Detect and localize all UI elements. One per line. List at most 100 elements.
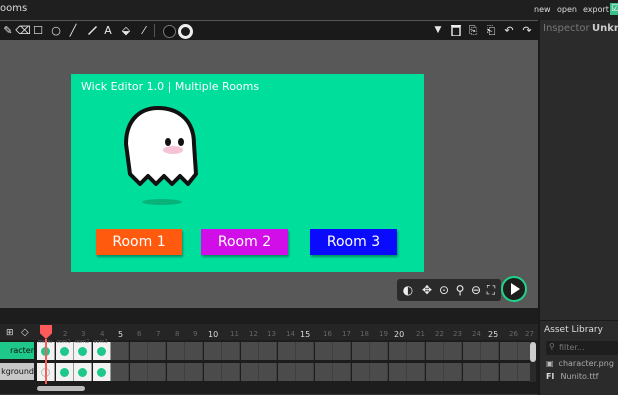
empty-frame-cell[interactable] — [166, 363, 185, 381]
keyframe-cell[interactable]: oom1 — [55, 339, 74, 360]
keyframe-cell[interactable] — [92, 363, 111, 381]
empty-frame-cell[interactable] — [296, 342, 314, 360]
layer-character[interactable]: racter — [0, 342, 34, 359]
empty-frame-cell[interactable] — [148, 363, 166, 381]
empty-frame-cell[interactable] — [333, 363, 351, 381]
empty-frame-cell[interactable] — [148, 342, 166, 360]
empty-frame-cell[interactable] — [462, 342, 481, 360]
empty-frame-cell[interactable] — [407, 363, 425, 381]
layer-frames-row[interactable] — [37, 363, 536, 382]
asset-item[interactable]: Fl Nunito.ttf — [546, 372, 598, 381]
empty-frame-cell[interactable] — [277, 342, 296, 360]
empty-frame-cell[interactable] — [185, 342, 203, 360]
menu-open[interactable]: open — [557, 5, 577, 14]
empty-frame-cell[interactable] — [499, 363, 518, 381]
empty-frame-cell[interactable] — [388, 363, 407, 381]
eyedropper-icon[interactable]: ⁄ — [136, 21, 152, 40]
dark-mode-toggle-icon[interactable]: ☑ — [610, 3, 618, 15]
room-3-button[interactable]: Room 3 — [310, 229, 397, 255]
keyframe-icon[interactable]: ◇ — [21, 327, 29, 338]
ghost-character[interactable] — [118, 104, 208, 208]
keyframe-cell[interactable] — [55, 363, 74, 381]
frame-number: 22 — [435, 330, 444, 338]
empty-frame-cell[interactable] — [462, 363, 481, 381]
empty-frame-cell[interactable] — [203, 342, 222, 360]
ellipse-icon[interactable]: ○ — [48, 21, 64, 40]
copy-icon[interactable]: ⎘ — [465, 21, 481, 40]
empty-frame-cell[interactable] — [481, 342, 499, 360]
timeline-horizontal-scrollbar[interactable] — [37, 386, 85, 391]
empty-frame-cell[interactable] — [222, 363, 240, 381]
zoom-out-icon[interactable]: ⊖ — [468, 279, 484, 301]
empty-frame-cell[interactable] — [351, 363, 370, 381]
empty-frame-cell[interactable] — [111, 363, 129, 381]
layer-background[interactable]: kground — [0, 363, 34, 380]
empty-frame-cell[interactable] — [314, 363, 333, 381]
pan-icon[interactable]: ✥ — [419, 279, 435, 301]
empty-frame-cell[interactable] — [370, 342, 388, 360]
zoom-in-icon[interactable]: ⚲ — [452, 279, 468, 301]
paste-icon[interactable]: ⎗ — [483, 21, 499, 40]
empty-frame-cell[interactable] — [351, 342, 370, 360]
layer-frames-row[interactable]: menuoom1oom2oom3 — [37, 339, 536, 361]
empty-frame-cell[interactable] — [444, 363, 462, 381]
empty-frame-cell[interactable] — [277, 363, 296, 381]
fill-color-swatch[interactable] — [163, 25, 176, 38]
empty-frame-cell[interactable] — [370, 363, 388, 381]
empty-frame-cell[interactable] — [425, 342, 444, 360]
frame-number: 2 — [63, 330, 68, 338]
timeline-vertical-scrollbar[interactable] — [530, 342, 536, 382]
keyframe-cell[interactable]: oom2 — [74, 339, 92, 360]
fullscreen-icon[interactable]: ⛶ — [483, 279, 499, 301]
line-icon[interactable]: ╱ — [65, 21, 81, 40]
empty-frame-cell[interactable] — [166, 342, 185, 360]
asset-library-title: Asset Library — [544, 325, 603, 335]
rectangle-icon[interactable]: ☐ — [30, 21, 46, 40]
frame-number: 18 — [360, 330, 369, 338]
empty-frame-cell[interactable] — [111, 342, 129, 360]
empty-frame-cell[interactable] — [222, 342, 240, 360]
asset-item[interactable]: ▣ character.png — [546, 359, 614, 368]
empty-frame-cell[interactable] — [499, 342, 518, 360]
asset-filter-input[interactable]: ⚲ filter... — [546, 341, 618, 355]
empty-frame-cell[interactable] — [129, 342, 148, 360]
empty-frame-cell[interactable] — [203, 363, 222, 381]
fill-bucket-icon[interactable]: ⬙ — [118, 21, 134, 40]
empty-frame-cell[interactable] — [240, 363, 259, 381]
menu-export[interactable]: export — [583, 5, 609, 14]
empty-frame-cell[interactable] — [185, 363, 203, 381]
empty-frame-cell[interactable] — [129, 363, 148, 381]
empty-frame-cell[interactable] — [333, 342, 351, 360]
text-icon[interactable]: A — [100, 21, 116, 40]
dropdown-icon[interactable]: ▼ — [430, 21, 446, 40]
onion-skin-icon[interactable]: ◐ — [400, 279, 416, 301]
drawing-toolbar: ✎ ⌫ ☐ ○ ╱ A ⬙ ⁄ ▼ ⎘ ⎗ ↶ ↷ — [0, 21, 538, 40]
empty-frame-cell[interactable] — [296, 363, 314, 381]
room-1-button[interactable]: Room 1 — [96, 229, 182, 255]
asset-name: character.png — [558, 359, 614, 368]
empty-frame-cell[interactable] — [481, 363, 499, 381]
empty-frame-cell[interactable] — [314, 342, 333, 360]
empty-frame-cell[interactable] — [240, 342, 259, 360]
delete-icon[interactable] — [448, 21, 464, 40]
empty-frame-cell[interactable] — [259, 342, 277, 360]
keyframe-cell[interactable] — [74, 363, 92, 381]
empty-frame-cell[interactable] — [444, 342, 462, 360]
stroke-color-swatch[interactable] — [178, 24, 193, 39]
empty-frame-cell[interactable] — [425, 363, 444, 381]
pencil-icon[interactable]: ✎ — [0, 21, 16, 40]
undo-icon[interactable]: ↶ — [501, 21, 517, 40]
play-button[interactable] — [501, 276, 527, 302]
redo-icon[interactable]: ↷ — [519, 21, 535, 40]
eraser-icon[interactable]: ⌫ — [15, 21, 31, 40]
empty-frame-cell[interactable] — [259, 363, 277, 381]
keyframe-dot — [78, 368, 87, 377]
brush-icon[interactable] — [84, 21, 100, 40]
menu-new[interactable]: new — [534, 5, 551, 14]
room-2-button[interactable]: Room 2 — [201, 229, 288, 255]
keyframe-cell[interactable]: oom3 — [92, 339, 111, 360]
empty-frame-cell[interactable] — [388, 342, 407, 360]
empty-frame-cell[interactable] — [407, 342, 425, 360]
add-layer-icon[interactable]: ⊞ — [6, 328, 14, 338]
recenter-icon[interactable]: ⊙ — [436, 279, 452, 301]
